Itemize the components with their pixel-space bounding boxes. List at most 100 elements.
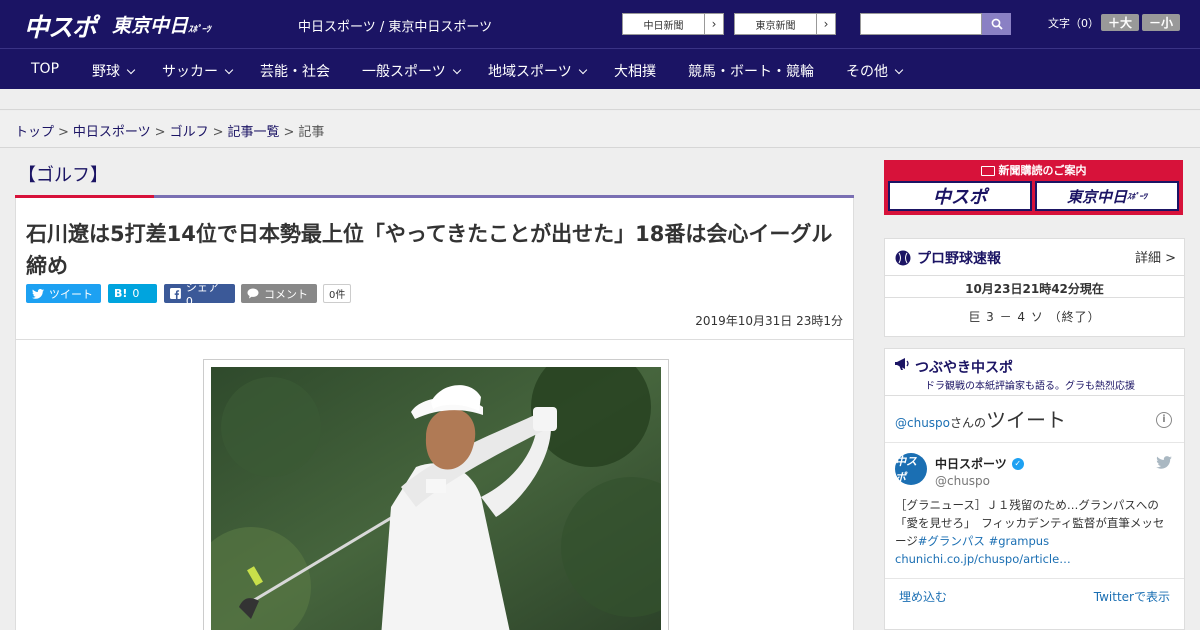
baseball-scores-title: プロ野球速報 (895, 248, 1001, 268)
font-size-decrease-button[interactable]: －小 (1142, 14, 1180, 31)
breadcrumb-bar: トップ > 中日スポーツ > ゴルフ > 記事一覧 > 記事 (0, 111, 1200, 148)
article-header: 石川遼は5打差14位で日本勢最上位「やってきたことが出せた」18番は会心イーグル… (15, 198, 854, 340)
breadcrumb: トップ > 中日スポーツ > ゴルフ > 記事一覧 > 記事 (15, 121, 324, 140)
facebook-share-label: シェア 0 (185, 281, 219, 308)
tweet-account-name-text: 中日スポーツ (935, 457, 1007, 471)
nav-item-label: 一般スポーツ (362, 64, 446, 80)
nav-item-top[interactable]: TOP (31, 61, 59, 77)
search-button[interactable] (982, 13, 1011, 35)
chuspo-subscribe-logo[interactable]: 中スポ (888, 181, 1032, 211)
tokyo-chunichi-logo-text: 東京中日 (112, 15, 189, 37)
nav-item-label: その他 (846, 64, 888, 80)
tokyo-shimbun-link[interactable]: 東京新聞 › (734, 13, 836, 35)
comment-count: 0件 (323, 284, 352, 303)
breadcrumb-link-article-list[interactable]: 記事一覧 (228, 125, 280, 140)
category-title: 【ゴルフ】 (18, 165, 108, 186)
twitter-widget-subtitle: ドラ観戦の本紙評論家も語る。グラも熱烈応援 (925, 381, 1135, 392)
timeline-divider (885, 442, 1184, 443)
newspaper-icon (980, 166, 995, 176)
chevron-down-icon (578, 65, 587, 75)
nav-item-soccer[interactable]: サッカー (162, 61, 234, 81)
nav-item-general-sports[interactable]: 一般スポーツ (362, 61, 461, 81)
view-on-twitter-link[interactable]: Twitterで表示 (1094, 588, 1170, 605)
chevron-down-icon (126, 65, 136, 75)
chevron-down-icon (894, 65, 904, 75)
tweet-account-name[interactable]: 中日スポーツ ✓ (935, 455, 1024, 472)
comment-button[interactable]: コメント (241, 284, 317, 303)
baseball-scores-widget: プロ野球速報 詳細 > 10月23日21時42分現在 巨 3 － 4 ソ （終了… (884, 238, 1185, 337)
twitter-widget-title: つぶやき中スポ (915, 360, 1013, 376)
nav-item-sumo[interactable]: 大相撲 (614, 61, 656, 81)
chevron-down-icon (452, 65, 461, 75)
facebook-icon (170, 288, 181, 299)
timeline-header: @chuspoさんのツイート (895, 404, 1066, 433)
tweet-text: ［グラニュース］Ｊ１残留のため…グランパスへの「愛を見せろ」 フィッカデンティ監… (895, 496, 1175, 568)
nav-item-other[interactable]: その他 (846, 61, 904, 81)
chevron-down-icon (224, 65, 234, 75)
chunichi-shimbun-link[interactable]: 中日新聞 › (622, 13, 724, 35)
article-headline: 石川遼は5打差14位で日本勢最上位「やってきたことが出せた」18番は会心イーグル… (26, 222, 833, 278)
timeline-header-title: ツイート (986, 408, 1067, 432)
nav-item-label: 地域スポーツ (488, 64, 572, 80)
tokyo-shimbun-label: 東京新聞 (755, 20, 796, 32)
chunichi-shimbun-label: 中日新聞 (643, 20, 684, 32)
baseball-detail-link[interactable]: 詳細 > (1135, 247, 1176, 266)
article-photo[interactable] (211, 367, 661, 630)
font-size-label: 文字（0） (1048, 17, 1099, 30)
timeline-footer-divider (885, 578, 1184, 579)
hatena-icon: B! (114, 287, 128, 300)
nav-item-label: 競馬・ボート・競輪 (688, 64, 814, 80)
search-input[interactable] (860, 13, 982, 35)
subscription-banner-text: 新聞購読のご案内 (998, 164, 1087, 177)
nav-spacer (0, 89, 1200, 110)
tokyo-chunichi-subscribe-small: ｽﾎﾟｰﾂ (1127, 191, 1147, 201)
baseball-game-score[interactable]: 巨 3 － 4 ソ （終了） (885, 308, 1184, 325)
twitter-widget: つぶやき中スポ ドラ観戦の本紙評論家も語る。グラも熱烈応援 @chuspoさんの… (884, 348, 1185, 630)
breadcrumb-separator: > (283, 125, 295, 140)
tokyo-chunichi-logo[interactable]: 東京中日ｽﾎﾟｰﾂ (112, 11, 211, 38)
tokyo-chunichi-subscribe-text: 東京中日 (1066, 187, 1127, 206)
breadcrumb-current: 記事 (298, 125, 325, 140)
tweet-link[interactable]: chunichi.co.jp/chuspo/article… (895, 552, 1071, 566)
breadcrumb-link-top[interactable]: トップ (15, 125, 54, 140)
twitter-bird-icon[interactable] (1156, 456, 1172, 473)
tweet-screen-name[interactable]: @chuspo (935, 474, 990, 488)
nav-item-racing[interactable]: 競馬・ボート・競輪 (688, 61, 814, 81)
site-names: 中日スポーツ / 東京中日スポーツ (298, 20, 493, 35)
tweet-button-label: ツイート (49, 287, 93, 301)
nav-item-label: サッカー (162, 64, 218, 80)
timeline-handle-suffix: さんの (950, 416, 987, 430)
breadcrumb-link-golf[interactable]: ゴルフ (170, 125, 209, 140)
speech-bubble-icon (247, 288, 259, 299)
chevron-right-icon: › (704, 14, 723, 34)
subscription-banner[interactable]: 新聞購読のご案内 中スポ 東京中日 ｽﾎﾟｰﾂ (884, 160, 1183, 215)
embed-link[interactable]: 埋め込む (899, 588, 947, 605)
breadcrumb-link-chunichi-sports[interactable]: 中日スポーツ (73, 125, 151, 140)
tokyo-chunichi-subscribe-logo[interactable]: 東京中日 ｽﾎﾟｰﾂ (1035, 181, 1179, 211)
breadcrumb-separator: > (58, 125, 69, 140)
tweet-hashtags[interactable]: #グランパス #grampus (918, 534, 1049, 548)
nav-item-entertainment[interactable]: 芸能・社会 (260, 61, 330, 81)
info-icon[interactable]: i (1156, 412, 1172, 428)
nav-item-local-sports[interactable]: 地域スポーツ (488, 61, 587, 81)
font-size-increase-button[interactable]: ＋大 (1101, 14, 1139, 31)
main-nav: TOP 野球 サッカー 芸能・社会 一般スポーツ 地域スポーツ 大相撲 競馬・ボ… (0, 48, 1200, 89)
article-photo-frame (203, 359, 669, 630)
twitter-timeline: @chuspoさんのツイート i 中スポ 中日スポーツ ✓ @chuspo ［グ… (885, 395, 1184, 629)
subscription-banner-title: 新聞購読のご案内 (884, 162, 1183, 178)
twitter-icon (32, 288, 44, 299)
nav-item-label: 野球 (92, 64, 120, 80)
facebook-share-button[interactable]: シェア 0 (164, 281, 235, 308)
breadcrumb-separator: > (212, 125, 224, 140)
timeline-handle-link[interactable]: @chuspo (895, 416, 950, 430)
tweet-button[interactable]: ツイート (26, 284, 101, 303)
tokyo-chunichi-logo-small: ｽﾎﾟｰﾂ (188, 25, 211, 35)
nav-item-label: 芸能・社会 (260, 64, 330, 80)
nav-item-baseball[interactable]: 野球 (92, 61, 136, 81)
baseball-icon (895, 250, 911, 266)
chuspo-logo[interactable]: 中スポ (24, 8, 97, 44)
nav-item-label: TOP (31, 61, 60, 77)
avatar[interactable]: 中スポ (895, 453, 927, 485)
hatena-bookmark-button[interactable]: B! 0 (108, 284, 157, 303)
verified-badge-icon: ✓ (1011, 457, 1024, 470)
